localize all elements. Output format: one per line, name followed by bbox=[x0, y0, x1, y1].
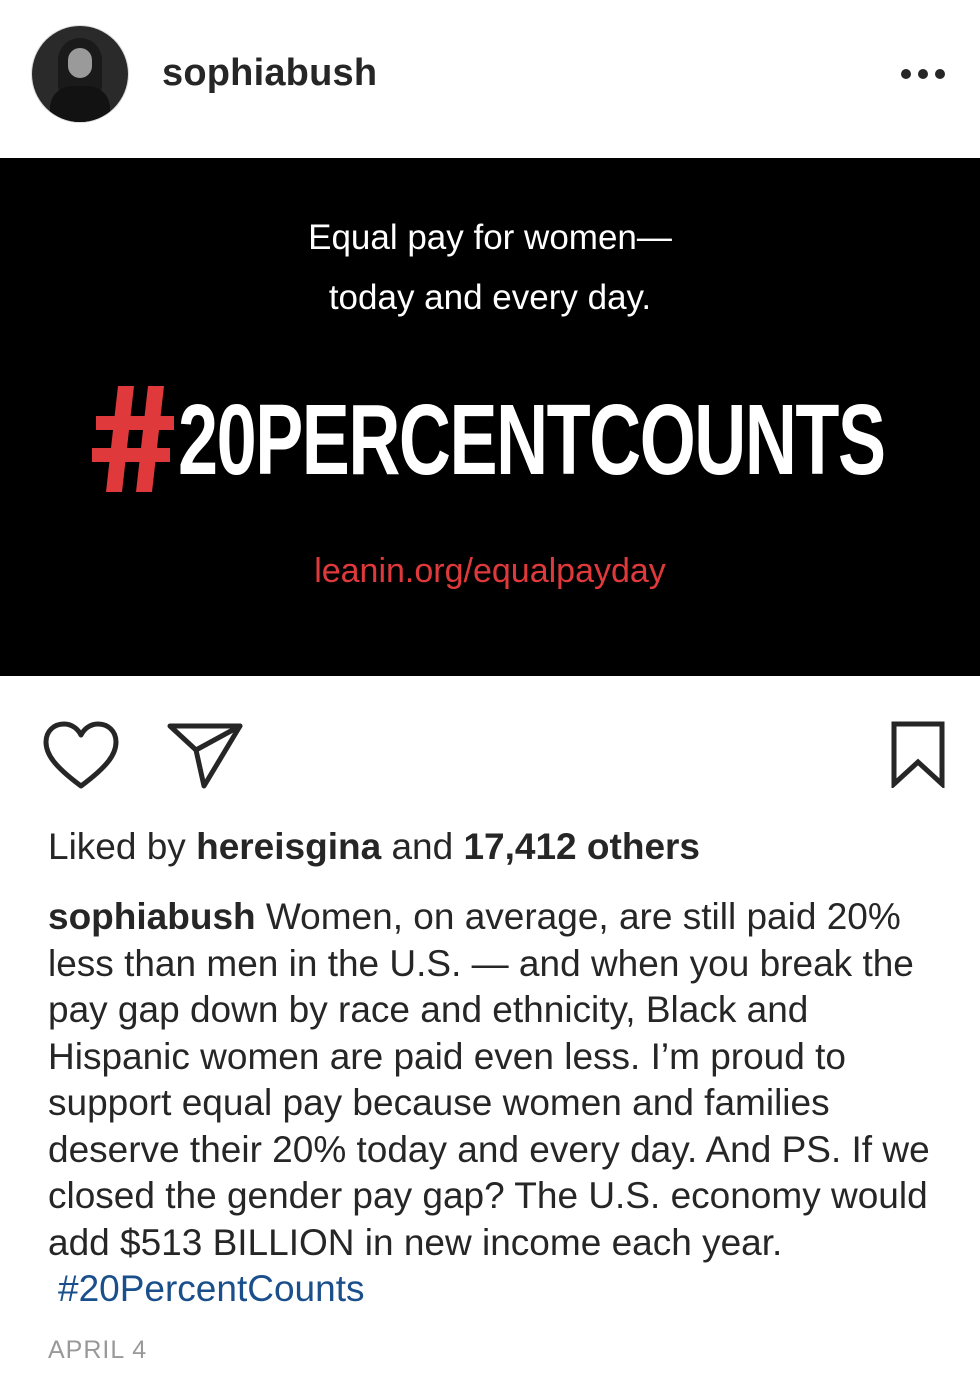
post-actions bbox=[0, 676, 980, 816]
avatar[interactable] bbox=[32, 26, 128, 122]
post-date: APRIL 4 bbox=[48, 1336, 148, 1364]
post-caption: sophiabush Women, on average, are still … bbox=[48, 894, 948, 1313]
banner-hashtag: 20PERCENTCOUNTS bbox=[92, 380, 932, 500]
post-username[interactable]: sophiabush bbox=[162, 52, 377, 95]
avatar-face bbox=[68, 48, 92, 78]
instagram-post: sophiabush Equal pay for women— today an… bbox=[0, 0, 980, 1400]
banner-hashtag-text: 20PERCENTCOUNTS bbox=[178, 384, 886, 496]
likes-summary: Liked by hereisgina and 17,412 others bbox=[48, 826, 700, 868]
paper-plane-icon[interactable] bbox=[166, 720, 244, 790]
bookmark-icon[interactable] bbox=[888, 720, 948, 788]
caption-text: Women, on average, are still paid 20% le… bbox=[48, 896, 930, 1263]
more-horizontal-icon[interactable] bbox=[900, 64, 946, 84]
banner-headline-line1: Equal pay for women— bbox=[308, 218, 672, 257]
banner-link: leanin.org/equalpayday bbox=[314, 552, 666, 590]
caption-hashtag-link[interactable]: #20PercentCounts bbox=[58, 1268, 364, 1309]
avatar-shirt bbox=[50, 86, 110, 122]
likes-count-link[interactable]: 17,412 others bbox=[463, 826, 700, 867]
hash-symbol-icon bbox=[92, 386, 174, 492]
likes-user-link[interactable]: hereisgina bbox=[196, 826, 381, 867]
caption-username[interactable]: sophiabush bbox=[48, 896, 256, 937]
likes-prefix: Liked by bbox=[48, 826, 186, 867]
heart-icon[interactable] bbox=[42, 720, 120, 790]
banner-headline-line2: today and every day. bbox=[328, 278, 652, 317]
post-header: sophiabush bbox=[0, 0, 980, 158]
likes-middle: and bbox=[391, 826, 454, 867]
